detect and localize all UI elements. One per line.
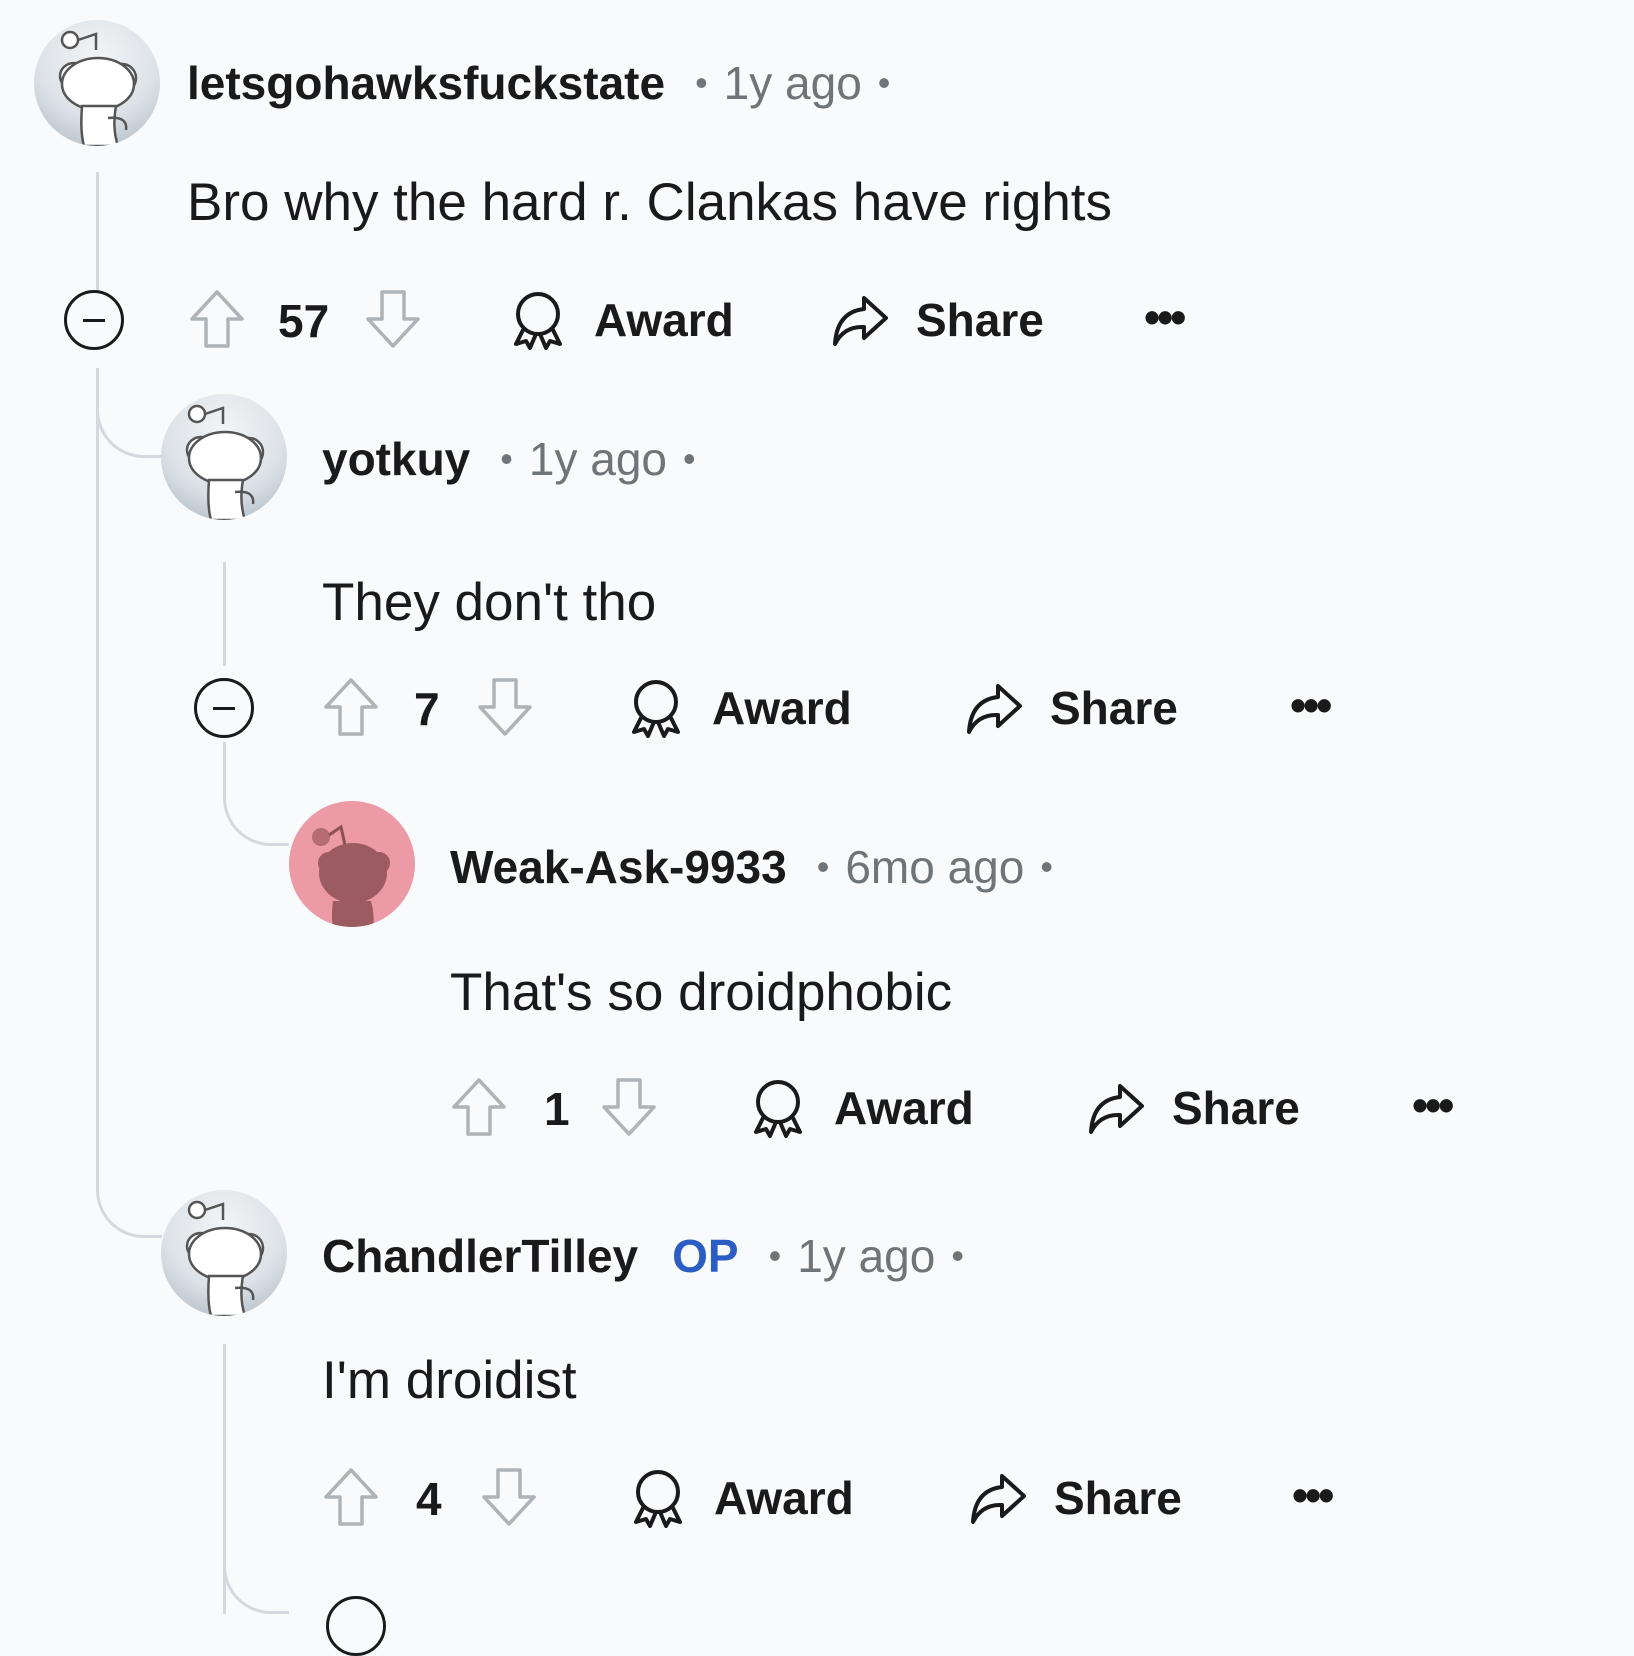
snoo-avatar-icon xyxy=(289,801,415,927)
award-label: Award xyxy=(714,1472,854,1524)
comment-meta: yotkuy • 1y ago • xyxy=(322,432,696,486)
upvote-icon xyxy=(188,288,246,350)
separator-dot: • xyxy=(695,62,708,103)
separator-dot: • xyxy=(877,62,891,103)
thread-line xyxy=(96,172,99,292)
upvote-icon xyxy=(322,676,380,738)
avatar[interactable] xyxy=(289,801,415,927)
downvote-icon xyxy=(364,288,422,350)
thread-branch xyxy=(223,1560,289,1614)
upvote-button[interactable] xyxy=(188,288,246,350)
award-button[interactable]: Award xyxy=(508,290,734,350)
share-label: Share xyxy=(1054,1472,1182,1524)
upvote-icon xyxy=(450,1076,508,1138)
comment-body: Bro why the hard r. Clankas have rights xyxy=(187,173,1113,232)
snoo-avatar-icon xyxy=(161,394,287,520)
separator-dot: • xyxy=(951,1235,964,1276)
collapsed-replies-icon[interactable] xyxy=(326,1596,386,1656)
upvote-button[interactable] xyxy=(450,1076,508,1138)
separator-dot: • xyxy=(816,846,830,887)
comment-actions: 4 Award Share ••• xyxy=(322,1462,1422,1538)
comment-actions: 1 Award Share ••• xyxy=(450,1072,1550,1148)
share-icon xyxy=(964,678,1024,738)
separator-dot: • xyxy=(768,1235,782,1276)
share-icon xyxy=(1086,1078,1146,1138)
vote-count: 4 xyxy=(416,1473,442,1525)
share-label: Share xyxy=(1050,682,1178,734)
timestamp: 1y ago xyxy=(797,1230,936,1282)
more-options-icon[interactable]: ••• xyxy=(1290,678,1332,732)
separator-dot: • xyxy=(500,438,513,479)
more-options-icon[interactable]: ••• xyxy=(1292,1468,1334,1522)
downvote-button[interactable] xyxy=(480,1466,538,1528)
share-label: Share xyxy=(1172,1082,1300,1134)
avatar[interactable] xyxy=(161,394,287,520)
share-button[interactable]: Share xyxy=(964,678,1178,738)
share-button[interactable]: Share xyxy=(968,1468,1182,1528)
thread-branch xyxy=(96,1160,162,1238)
thread-branch xyxy=(96,400,162,458)
thread-line xyxy=(223,562,226,666)
username[interactable]: letsgohawksfuckstate xyxy=(187,56,665,110)
comment-body: They don't tho xyxy=(322,573,657,632)
share-icon xyxy=(968,1468,1028,1528)
timestamp: 1y ago xyxy=(723,57,862,109)
more-options-icon[interactable]: ••• xyxy=(1412,1078,1454,1132)
share-label: Share xyxy=(916,294,1044,346)
vote-count: 7 xyxy=(414,683,440,735)
share-button[interactable]: Share xyxy=(830,290,1044,350)
upvote-button[interactable] xyxy=(322,676,380,738)
comment-body: I'm droidist xyxy=(322,1351,577,1410)
downvote-button[interactable] xyxy=(600,1076,658,1138)
snoo-avatar-icon xyxy=(161,1190,287,1316)
comment-meta: letsgohawksfuckstate • 1y ago • xyxy=(187,56,890,110)
upvote-button[interactable] xyxy=(322,1466,380,1528)
thread-line xyxy=(96,368,99,1188)
avatar[interactable] xyxy=(161,1190,287,1316)
comment-actions: 57 Award Share ••• xyxy=(64,284,1264,360)
more-options-icon[interactable]: ••• xyxy=(1144,290,1186,344)
award-label: Award xyxy=(834,1082,974,1134)
award-label: Award xyxy=(594,294,734,346)
op-badge: OP xyxy=(672,1230,739,1282)
timestamp: 1y ago xyxy=(528,433,667,485)
award-icon xyxy=(628,1468,688,1528)
downvote-icon xyxy=(600,1076,658,1138)
vote-count: 57 xyxy=(278,295,330,347)
snoo-avatar-icon xyxy=(34,20,160,146)
downvote-button[interactable] xyxy=(364,288,422,350)
vote-count: 1 xyxy=(544,1083,570,1135)
award-icon xyxy=(508,290,568,350)
share-button[interactable]: Share xyxy=(1086,1078,1300,1138)
separator-dot: • xyxy=(683,438,696,479)
upvote-icon xyxy=(322,1466,380,1528)
award-label: Award xyxy=(712,682,852,734)
award-icon xyxy=(748,1078,808,1138)
comment-body: That's so droidphobic xyxy=(450,963,953,1022)
award-button[interactable]: Award xyxy=(628,1468,854,1528)
username[interactable]: yotkuy xyxy=(322,432,470,486)
comment-actions: 7 Award Share ••• xyxy=(194,672,1394,748)
collapse-button[interactable] xyxy=(194,678,254,738)
downvote-icon xyxy=(480,1466,538,1528)
collapse-button[interactable] xyxy=(64,290,124,350)
username[interactable]: Weak-Ask-9933 xyxy=(450,840,787,894)
award-button[interactable]: Award xyxy=(748,1078,974,1138)
thread-branch xyxy=(223,742,289,846)
award-button[interactable]: Award xyxy=(626,678,852,738)
username[interactable]: ChandlerTilley xyxy=(322,1229,638,1283)
avatar[interactable] xyxy=(34,20,160,146)
award-icon xyxy=(626,678,686,738)
share-icon xyxy=(830,290,890,350)
separator-dot: • xyxy=(1040,846,1053,887)
comment-meta: ChandlerTilley OP • 1y ago • xyxy=(322,1229,964,1283)
downvote-button[interactable] xyxy=(476,676,534,738)
comment-meta: Weak-Ask-9933 • 6mo ago • xyxy=(450,840,1053,894)
timestamp: 6mo ago xyxy=(845,841,1025,893)
downvote-icon xyxy=(476,676,534,738)
